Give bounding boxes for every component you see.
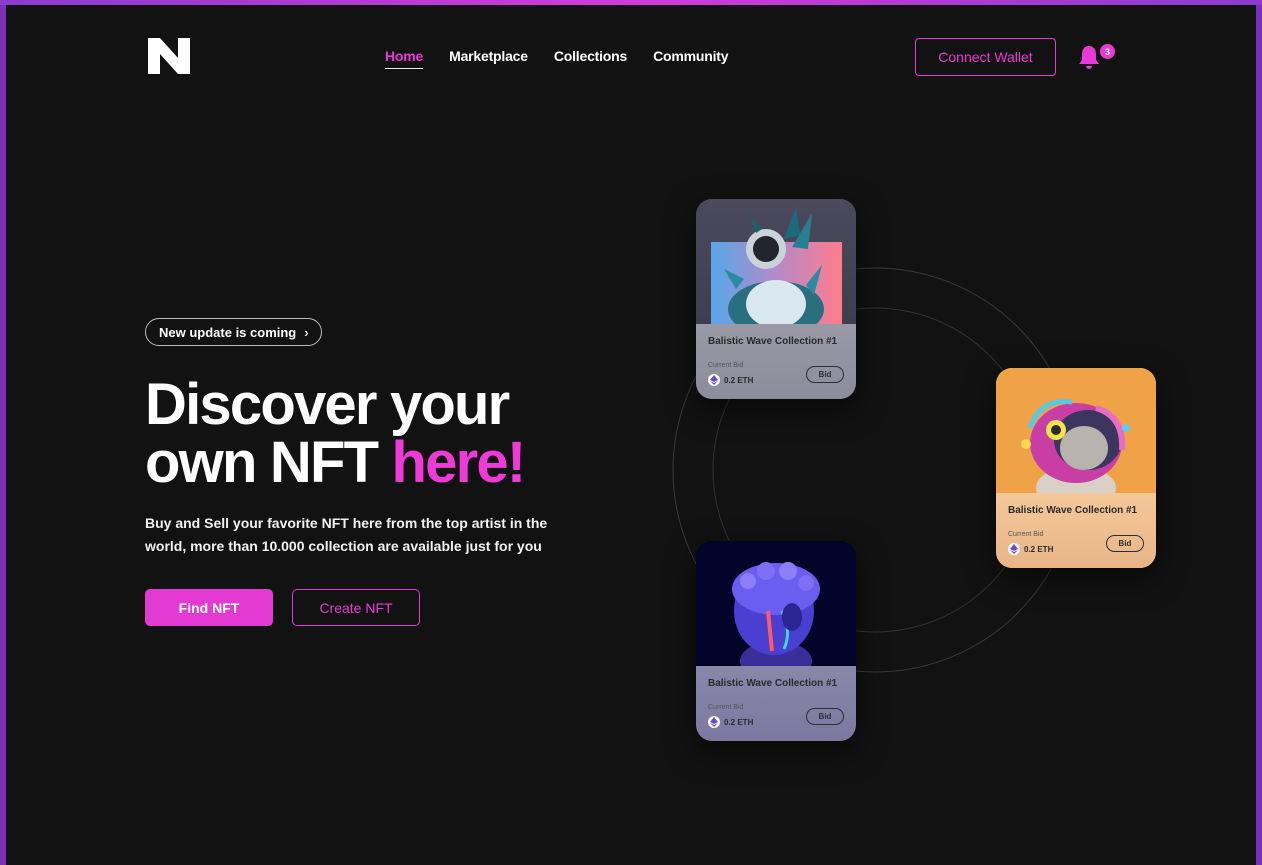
nft-title: Balistic Wave Collection #1 — [708, 678, 838, 689]
notification-badge: 3 — [1100, 44, 1115, 59]
nft-price-value: 0.2 ETH — [1024, 544, 1054, 554]
nav-marketplace[interactable]: Marketplace — [449, 48, 528, 69]
nav-home[interactable]: Home — [385, 48, 423, 69]
bid-button[interactable]: Bid — [806, 708, 844, 725]
ethereum-icon — [708, 716, 720, 728]
ethereum-icon — [1008, 543, 1020, 555]
nft-price: 0.2 ETH — [1008, 543, 1053, 555]
bid-button[interactable]: Bid — [806, 366, 844, 383]
create-nft-button[interactable]: Create NFT — [292, 589, 420, 626]
hero-title: Discover your own NFT here! — [145, 376, 527, 495]
chevron-right-icon: › — [304, 324, 309, 340]
hero-title-line2: own NFT — [145, 430, 392, 495]
connect-wallet-button[interactable]: Connect Wallet — [915, 38, 1056, 76]
nft-image-astronaut — [696, 199, 856, 324]
current-bid-label: Current Bid — [708, 362, 744, 369]
nav-community[interactable]: Community — [653, 48, 728, 69]
nav-collections[interactable]: Collections — [554, 48, 627, 69]
current-bid-label: Current Bid — [1008, 531, 1044, 538]
nft-image-statue — [696, 541, 856, 666]
ethereum-icon — [708, 374, 720, 386]
bell-icon[interactable] — [1077, 44, 1101, 70]
update-pill-label: New update is coming — [159, 324, 297, 340]
nft-price-value: 0.2 ETH — [724, 717, 754, 727]
bid-button[interactable]: Bid — [1106, 535, 1144, 552]
nft-card[interactable]: Balistic Wave Collection #1 Current Bid … — [996, 368, 1156, 568]
current-bid-label: Current Bid — [708, 704, 744, 711]
nft-price: 0.2 ETH — [708, 374, 753, 386]
main-nav: Home Marketplace Collections Community — [385, 48, 729, 69]
nft-price-value: 0.2 ETH — [724, 375, 754, 385]
update-pill[interactable]: New update is coming › — [145, 318, 322, 346]
hero-subtitle: Buy and Sell your favorite NFT here from… — [145, 515, 548, 554]
nft-title: Balistic Wave Collection #1 — [1008, 505, 1138, 516]
nft-image-ape — [996, 368, 1156, 493]
nft-card[interactable]: Balistic Wave Collection #1 Current Bid … — [696, 541, 856, 741]
nft-card[interactable]: Balistic Wave Collection #1 Current Bid … — [696, 199, 856, 399]
brand-logo[interactable] — [148, 38, 190, 74]
nft-price: 0.2 ETH — [708, 716, 753, 728]
find-nft-button[interactable]: Find NFT — [145, 589, 273, 626]
hero-title-accent: here! — [391, 430, 527, 495]
hero-title-line1: Discover your — [145, 372, 510, 437]
nft-title: Balistic Wave Collection #1 — [708, 336, 838, 347]
